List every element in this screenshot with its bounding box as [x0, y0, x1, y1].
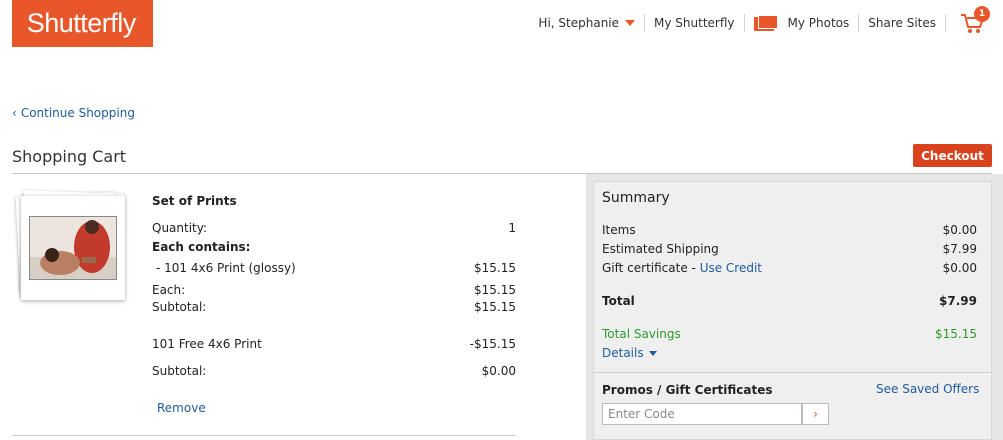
- shutterfly-logo[interactable]: Shutterfly.: [12, 0, 153, 47]
- my-shutterfly-link[interactable]: My Shutterfly: [645, 14, 745, 32]
- summary-shipping-label: Estimated Shipping: [602, 242, 719, 256]
- summary-items-row: Items $0.00: [602, 223, 977, 237]
- summary-items-label: Items: [602, 223, 636, 237]
- logo-mark: .: [136, 13, 139, 20]
- greeting-text: Hi, Stephanie: [538, 16, 620, 30]
- chevron-left-icon: ‹: [12, 106, 17, 120]
- item-divider: [12, 435, 516, 436]
- details-toggle[interactable]: Details: [602, 346, 657, 360]
- summary-title: Summary: [602, 190, 670, 206]
- summary-gift-row: Gift certificate - Use Credit $0.00: [602, 261, 977, 275]
- each-row: Each: $15.15: [152, 283, 516, 297]
- share-sites-link[interactable]: Share Sites: [859, 14, 946, 32]
- free-print-value: -$15.15: [469, 337, 516, 351]
- cart-icon: 1: [960, 6, 990, 35]
- summary-gift-label: Gift certificate: [602, 261, 688, 275]
- subtotal-final-row: Subtotal: $0.00: [152, 364, 516, 378]
- subtotal-value: $15.15: [474, 300, 516, 314]
- summary-savings-label: Total Savings: [602, 327, 681, 341]
- summary-divider: [594, 372, 991, 373]
- cart-link[interactable]: 1: [946, 6, 1003, 35]
- summary-savings-value: $15.15: [935, 327, 977, 341]
- summary-total-value: $7.99: [939, 294, 977, 308]
- subtotal-final-value: $0.00: [481, 364, 516, 378]
- subtotal-row: Subtotal: $15.15: [152, 300, 516, 314]
- each-label: Each:: [152, 283, 186, 297]
- continue-shopping-link[interactable]: ‹ Continue Shopping: [12, 106, 135, 120]
- free-print-row: 101 Free 4x6 Print -$15.15: [152, 337, 516, 351]
- promo-code-input[interactable]: [602, 403, 802, 425]
- my-photos-label: My Photos: [787, 16, 850, 30]
- chevron-right-icon: ›: [813, 407, 818, 421]
- summary-panel: [593, 181, 992, 440]
- each-contains-label: Each contains:: [152, 240, 251, 254]
- promo-title: Promos / Gift Certificates: [602, 383, 773, 397]
- summary-items-value: $0.00: [942, 223, 977, 237]
- subtotal-label: Subtotal:: [152, 300, 207, 314]
- caret-down-icon: [648, 350, 657, 356]
- logo-text: Shutterfly: [26, 8, 137, 38]
- summary-gift-separator: -: [687, 261, 700, 275]
- photos-icon: [753, 15, 780, 31]
- summary-savings-row: Total Savings $15.15: [602, 327, 977, 341]
- free-print-label: 101 Free 4x6 Print: [152, 337, 262, 351]
- subtotal-final-label: Subtotal:: [152, 364, 207, 378]
- each-contains-row: Each contains:: [152, 240, 516, 254]
- summary-shipping-value: $7.99: [942, 242, 977, 256]
- summary-gift-value: $0.00: [942, 261, 977, 275]
- my-shutterfly-label: My Shutterfly: [654, 16, 735, 30]
- product-photo: [29, 216, 117, 280]
- share-sites-label: Share Sites: [868, 16, 936, 30]
- checkout-button[interactable]: Checkout: [913, 144, 992, 167]
- remove-link[interactable]: Remove: [157, 401, 206, 415]
- top-nav: Hi, Stephanie My Shutterfly My Photos Sh…: [529, 0, 1003, 46]
- promo-apply-button[interactable]: ›: [802, 403, 829, 425]
- summary-total-row: Total $7.99: [602, 294, 977, 308]
- each-value: $15.15: [474, 283, 516, 297]
- quantity-value: 1: [508, 221, 516, 235]
- quantity-row: Quantity: 1: [152, 221, 516, 235]
- summary-total-label: Total: [602, 294, 635, 308]
- line-item-row: - 101 4x6 Print (glossy) $15.15: [152, 261, 516, 275]
- account-menu[interactable]: Hi, Stephanie: [529, 14, 646, 32]
- my-photos-link[interactable]: My Photos: [745, 14, 860, 32]
- chevron-down-icon: [625, 20, 636, 26]
- line-item-label: - 101 4x6 Print (glossy): [156, 261, 296, 275]
- cart-count-badge: 1: [974, 6, 990, 22]
- summary-shipping-row: Estimated Shipping $7.99: [602, 242, 977, 256]
- use-credit-link[interactable]: Use Credit: [700, 261, 762, 275]
- quantity-label: Quantity:: [152, 221, 208, 235]
- see-saved-offers-link[interactable]: See Saved Offers: [876, 382, 979, 396]
- line-item-value: $15.15: [474, 261, 516, 275]
- page-title: Shopping Cart: [12, 147, 127, 166]
- details-label: Details: [602, 346, 644, 360]
- product-title: Set of Prints: [152, 194, 237, 208]
- product-thumbnail[interactable]: [15, 190, 126, 302]
- print-card: [21, 196, 125, 300]
- continue-shopping-label: Continue Shopping: [20, 106, 135, 120]
